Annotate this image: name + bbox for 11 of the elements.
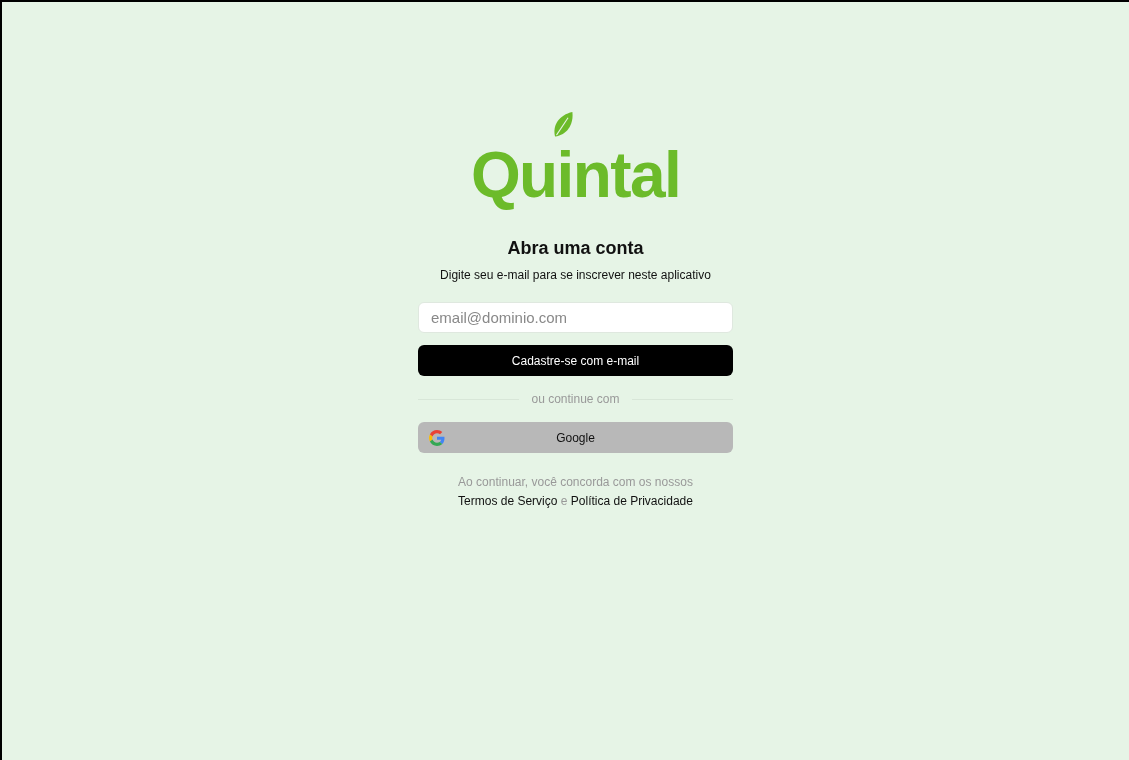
google-button[interactable]: Google xyxy=(418,422,733,453)
terms-link[interactable]: Termos de Serviço xyxy=(458,494,558,508)
subheading: Digite seu e-mail para se inscrever neste aplicativo xyxy=(440,267,711,284)
legal-notice: Ao continuar, você concorda com os nossos Termos de Serviço e Política de Privacidade xyxy=(457,474,694,510)
divider-text: ou continue com xyxy=(531,391,620,408)
heading: Abra uma conta xyxy=(507,237,644,260)
signup-button[interactable]: Cadastre-se com e-mail xyxy=(418,345,733,376)
email-field[interactable]: email@dominio.com xyxy=(418,302,733,333)
privacy-link[interactable]: Política de Privacidade xyxy=(570,494,693,508)
logo: Quintal xyxy=(470,138,681,212)
google-icon xyxy=(429,430,445,446)
